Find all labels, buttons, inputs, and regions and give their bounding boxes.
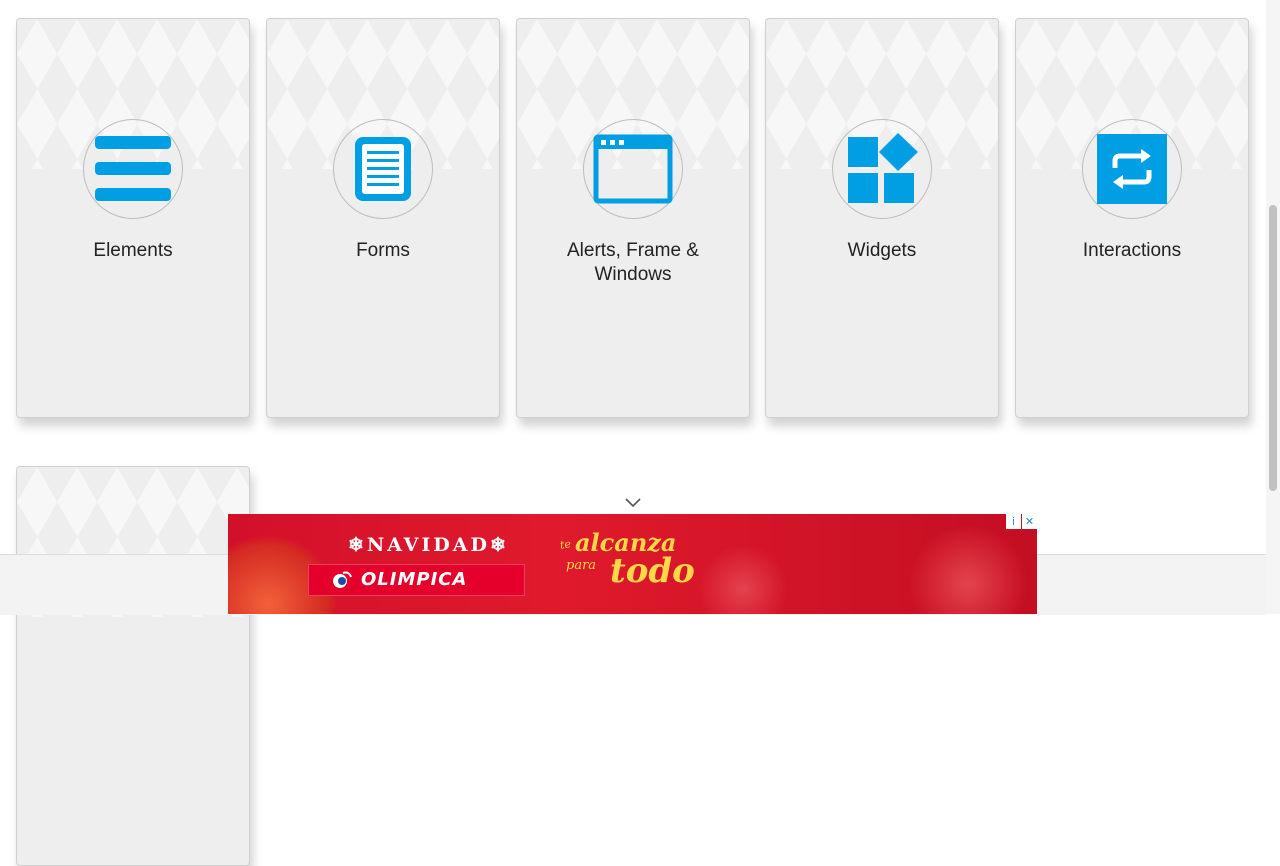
card-icon-circle	[83, 119, 183, 219]
card-title: Widgets	[847, 240, 917, 261]
card-icon-circle	[832, 119, 932, 219]
hamburger-icon	[95, 136, 171, 201]
ad-banner[interactable]: ❄NAVIDAD❄ OLIMPICA te alcanza para todo …	[228, 514, 1037, 614]
ad-controls: i ✕	[1005, 514, 1037, 529]
chevron-down-icon[interactable]	[624, 497, 642, 509]
document-icon	[355, 137, 411, 201]
ad-brand-bar: OLIMPICA	[308, 564, 525, 596]
card-icon-circle	[1082, 119, 1182, 219]
card-widgets[interactable]: Widgets	[765, 18, 999, 418]
card-interactions[interactable]: Interactions	[1015, 18, 1249, 418]
card-title: Alerts, Frame & Windows	[567, 240, 699, 285]
repeat-icon	[1097, 134, 1167, 204]
card-alerts-frame-windows[interactable]: Alerts, Frame & Windows	[516, 18, 750, 418]
card-icon-circle	[583, 119, 683, 219]
ad-brand-name: OLIMPICA	[361, 569, 468, 590]
ad-slogan-todo: todo	[610, 551, 695, 591]
ad-slogan-te: te	[559, 537, 572, 552]
ad-bokeh-light	[698, 544, 788, 614]
card-forms[interactable]: Forms	[266, 18, 500, 418]
ad-bokeh-light	[908, 524, 1028, 614]
card-title: Elements	[93, 240, 173, 261]
ad-close-icon[interactable]: ✕	[1022, 514, 1037, 529]
ad-slogan-para: para	[566, 558, 597, 573]
ad-headline: ❄NAVIDAD❄	[348, 534, 509, 556]
scrollbar[interactable]	[1266, 0, 1280, 614]
widgets-icon	[848, 133, 918, 203]
card-title: Forms	[356, 240, 410, 261]
olimpica-logo-icon	[333, 571, 352, 588]
scrollbar-thumb[interactable]	[1269, 205, 1277, 491]
card-book-store[interactable]	[16, 466, 250, 866]
card-icon-circle	[333, 119, 433, 219]
card-elements[interactable]: Elements	[16, 18, 250, 418]
browser-window-icon	[593, 134, 673, 204]
card-title: Interactions	[1082, 240, 1182, 261]
ad-info-icon[interactable]: i	[1006, 514, 1021, 529]
